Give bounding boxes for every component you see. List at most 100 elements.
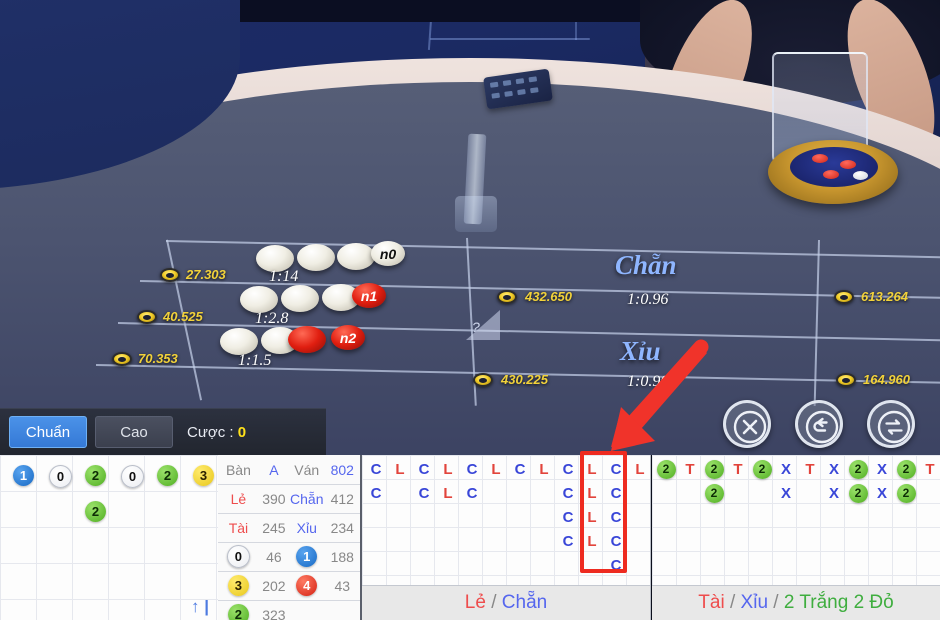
stats-cell: Chẵn — [290, 490, 324, 507]
game-app: n0 1:14 27.303 n1 1:2.8 40.525 n2 1:1.5 … — [0, 0, 940, 620]
undo-bet-button[interactable] — [795, 400, 843, 448]
mid-road-title: Lẻ / Chẵn — [362, 585, 650, 620]
stats-cell: 4 — [289, 571, 325, 600]
bet-amount: 613.264 — [861, 289, 908, 304]
stats-panel: Bàn A Ván 802 Lẻ 390 Chẵn 412 Tài 245 Xỉu 234 0 46 1 18… — [218, 455, 362, 620]
bet-toolbar: Chuẩn Cao Cược : 0 — [0, 408, 326, 455]
stats-row: Bàn A Ván 802 — [218, 455, 360, 485]
stats-cell: Ván — [294, 461, 320, 478]
white-disc — [297, 244, 335, 271]
stats-bead: 3 — [227, 575, 249, 596]
stats-cell: Lẻ — [230, 490, 247, 507]
road-title-part: Chẵn — [501, 592, 548, 613]
chip-icon — [836, 373, 856, 387]
high-mode-button[interactable]: Cao — [95, 416, 173, 448]
stats-bead: 2 — [227, 604, 249, 620]
repeat-icon — [877, 410, 911, 444]
bead-road-cell: 3 — [193, 465, 214, 486]
bead-road-cell: 2 — [157, 465, 178, 486]
current-bet-label: Cược : — [187, 423, 234, 441]
bet-amount: 40.525 — [163, 309, 203, 324]
road-cell: 2 — [894, 457, 918, 481]
disc-count-0: n0 — [371, 241, 405, 266]
big-road-tai-xiu-panel[interactable]: 2T22T2XXTXX22XX22T Tài / Xỉu / 2 Trắng 2… — [652, 455, 940, 620]
stats-row: 0 46 1 188 — [218, 542, 360, 572]
bead-road-cell: 0 — [49, 465, 72, 488]
stats-cell: 46 — [266, 548, 282, 565]
stats-row: Tài 245 Xỉu 234 — [218, 513, 360, 543]
bet-amount: 430.225 — [501, 372, 548, 387]
chip-icon — [160, 268, 180, 282]
road-cell: 2 — [894, 481, 918, 505]
stats-cell: 802 — [330, 461, 354, 478]
chip-icon — [834, 290, 854, 304]
road-cell: L — [443, 484, 453, 502]
road-cell: 2 — [750, 457, 774, 481]
stats-cell: 43 — [334, 577, 351, 594]
road-cell: X — [828, 460, 839, 478]
dice-bowl-inner — [790, 147, 878, 187]
road-cell: X — [876, 484, 887, 502]
road-cell: C — [562, 508, 574, 526]
road-cell: X — [780, 484, 791, 502]
road-cell: C — [370, 484, 382, 502]
current-bet-value: 0 — [237, 423, 247, 441]
white-disc — [240, 286, 278, 313]
red-disc — [288, 326, 326, 353]
road-bead: 2 — [704, 483, 724, 503]
scroll-up-icon[interactable]: ↑ | — [191, 597, 209, 617]
road-cell: T — [925, 460, 935, 478]
stats-row: 3 202 4 43 — [218, 571, 360, 601]
road-bead: 2 — [848, 483, 868, 503]
road-title-part: / — [485, 592, 502, 613]
road-title-part: Xỉu — [740, 592, 769, 613]
right-road-title: Tài / Xỉu / 2 Trắng 2 Đỏ — [652, 585, 940, 620]
betting-grid-overlay: n0 1:14 27.303 n1 1:2.8 40.525 n2 1:1.5 … — [0, 218, 940, 406]
chip-icon — [137, 310, 157, 324]
road-title-part: Tài — [698, 592, 725, 613]
chip-icon — [112, 352, 132, 366]
cancel-bet-button[interactable] — [723, 400, 771, 448]
repeat-bet-button[interactable] — [867, 400, 915, 448]
bead-road-panel[interactable]: 1020232 ↑ | — [0, 455, 219, 620]
disc-count-1: n1 — [352, 283, 386, 308]
bet-amount: 70.353 — [138, 351, 178, 366]
road-cell: 2 — [702, 481, 726, 505]
close-circle-icon — [733, 410, 767, 444]
question-mark: ? — [472, 319, 480, 335]
road-cell: C — [466, 484, 478, 502]
stats-bead: 4 — [296, 575, 318, 596]
stats-bead: 0 — [226, 545, 250, 568]
road-cell: C — [418, 484, 430, 502]
road-cell: C — [418, 460, 430, 478]
stats-cell: 412 — [330, 490, 354, 507]
bead-road-cell: 2 — [85, 465, 106, 486]
road-cell: T — [805, 460, 815, 478]
stats-row: 2 323 — [218, 600, 360, 620]
road-cell: X — [780, 460, 791, 478]
bead-road-cell: 1 — [13, 465, 34, 486]
bead-road-cell: 0 — [121, 465, 144, 488]
stats-cell: 1 — [289, 542, 325, 571]
road-bead: 2 — [752, 459, 772, 479]
stats-cell: 0 — [218, 542, 259, 571]
road-cell: C — [562, 484, 574, 502]
stats-cell: 234 — [330, 519, 354, 536]
road-bead: 2 — [896, 459, 916, 479]
stats-cell — [289, 600, 325, 620]
road-cell: L — [491, 460, 501, 478]
stats-cell: Xỉu — [296, 519, 317, 536]
bet-chan-label[interactable]: Chẵn — [615, 250, 677, 281]
white-disc — [220, 328, 258, 355]
stats-bead: 1 — [296, 546, 318, 567]
bet-amount: 164.960 — [863, 372, 910, 387]
stats-cell — [325, 600, 361, 620]
road-title-part: / — [724, 592, 741, 613]
stats-row: Lẻ 390 Chẵn 412 — [218, 484, 360, 514]
odds-label: 1:1.5 — [238, 352, 272, 369]
stats-cell: 188 — [330, 548, 354, 565]
standard-mode-button[interactable]: Chuẩn — [9, 416, 87, 448]
stats-cell: Tài — [228, 519, 249, 536]
stats-cell: 3 — [218, 571, 259, 600]
road-cell: C — [514, 460, 526, 478]
